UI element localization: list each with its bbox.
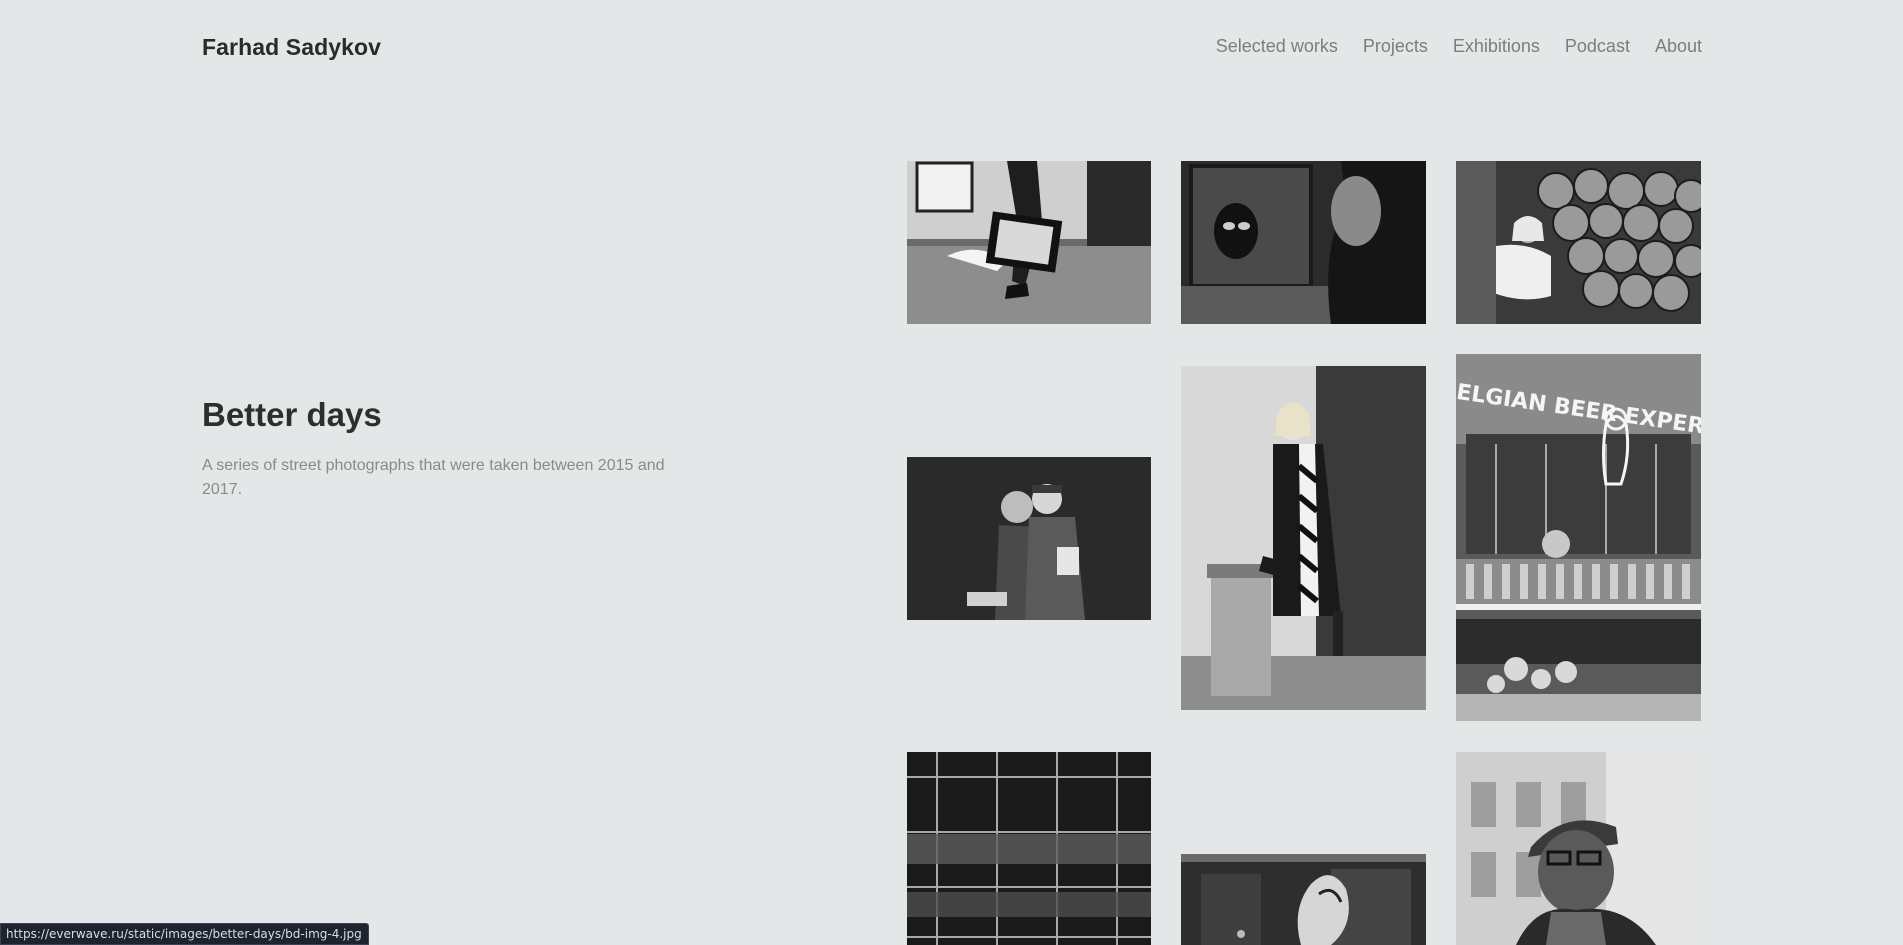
- page: Farhad Sadykov Selected works Projects E…: [0, 0, 1903, 945]
- main-nav: Selected works Projects Exhibitions Podc…: [1216, 36, 1702, 57]
- nav-exhibitions[interactable]: Exhibitions: [1453, 36, 1540, 57]
- photo-man-with-flat-cap-and-glasses[interactable]: [1456, 752, 1701, 945]
- project-description: A series of street photographs that were…: [202, 457, 665, 498]
- photo-man-carrying-painting[interactable]: [907, 161, 1151, 324]
- photo-balaclava-figure-and-passerby[interactable]: [1181, 161, 1426, 324]
- nav-selected-works[interactable]: Selected works: [1216, 36, 1338, 57]
- nav-podcast[interactable]: Podcast: [1565, 36, 1630, 57]
- nav-about[interactable]: About: [1655, 36, 1702, 57]
- project-title: Better days: [202, 396, 382, 433]
- project-intro: Better days A series of street photograp…: [202, 396, 672, 502]
- browser-status-bar: https://everwave.ru/static/images/better…: [0, 923, 369, 945]
- photo-belgian-beer-expert-window[interactable]: BELGIAN BEER EXPERT: [1456, 354, 1701, 721]
- photo-graffiti-wall[interactable]: [1181, 854, 1426, 945]
- site-logo[interactable]: Farhad Sadykov: [202, 34, 381, 61]
- photo-young-woman-with-striped-scarf[interactable]: [1181, 366, 1426, 710]
- nav-projects[interactable]: Projects: [1363, 36, 1428, 57]
- photo-scaffolding-building[interactable]: [907, 752, 1151, 945]
- photo-woman-with-cabbages[interactable]: [1456, 161, 1701, 324]
- photo-elderly-couple-on-bench[interactable]: [907, 457, 1151, 620]
